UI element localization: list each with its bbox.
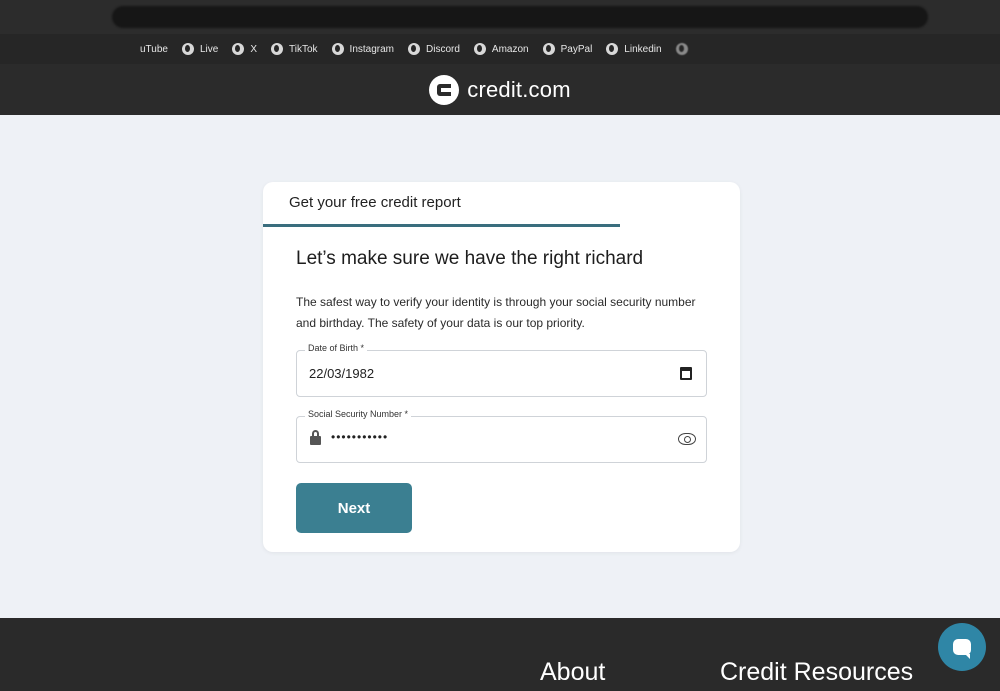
- bookmark-label: X: [250, 43, 258, 55]
- globe-icon: [271, 43, 284, 55]
- globe-icon: [606, 43, 619, 55]
- ssn-field[interactable]: Social Security Number * •••••••••••: [296, 409, 707, 463]
- lock-icon: [310, 430, 321, 445]
- globe-icon: [331, 43, 344, 55]
- address-bar[interactable]: [112, 6, 928, 28]
- bookmark-youtube[interactable]: uTube: [140, 44, 168, 55]
- bookmark-label: Discord: [426, 43, 460, 55]
- page-content: Get your free credit report Let’s make s…: [0, 115, 1000, 618]
- globe-icon: [408, 43, 421, 55]
- next-button[interactable]: Next: [296, 483, 412, 533]
- bookmark-tiktok[interactable]: TikTok: [271, 43, 318, 55]
- tab-progress-underline: [263, 224, 620, 227]
- card-tab-label: Get your free credit report: [289, 194, 461, 211]
- browser-top-bar: [0, 0, 1000, 34]
- globe-icon: [542, 43, 555, 55]
- globe-icon: [181, 43, 194, 55]
- browser-window: uTube Live X TikTok Instagram Discord Am…: [0, 0, 1000, 691]
- site-footer: About Credit Resources: [0, 618, 1000, 691]
- eye-icon[interactable]: [678, 433, 696, 445]
- bookmark-live[interactable]: Live: [181, 43, 219, 55]
- footer-about-link[interactable]: About: [540, 658, 605, 687]
- chat-bubble-icon: [953, 639, 971, 659]
- bookmark-label: Instagram: [349, 43, 395, 55]
- date-of-birth-value[interactable]: 22/03/1982: [309, 366, 374, 381]
- bookmark-label: Amazon: [491, 43, 529, 55]
- site-logo[interactable]: credit.com: [429, 74, 571, 105]
- calendar-icon[interactable]: [680, 367, 692, 380]
- card-description: The safest way to verify your identity i…: [296, 295, 696, 330]
- verification-card: Get your free credit report Let’s make s…: [263, 182, 740, 552]
- bookmark-blurred[interactable]: [675, 43, 688, 55]
- bookmark-label: Live: [199, 43, 219, 55]
- site-header: credit.com: [0, 64, 1000, 115]
- globe-icon: [232, 43, 245, 55]
- bookmarks-bar: uTube Live X TikTok Instagram Discord Am…: [0, 34, 1000, 64]
- date-of-birth-label: Date of Birth *: [305, 343, 368, 353]
- bookmark-discord[interactable]: Discord: [408, 43, 460, 55]
- globe-icon: [473, 43, 486, 55]
- credit-logo-icon: [429, 74, 460, 105]
- bookmark-label: TikTok: [289, 43, 318, 55]
- logo-text: credit.com: [467, 76, 571, 102]
- date-of-birth-field[interactable]: Date of Birth * 22/03/1982: [296, 343, 707, 397]
- bookmark-label: PayPal: [560, 43, 593, 55]
- bookmark-paypal[interactable]: PayPal: [542, 43, 593, 55]
- ssn-label: Social Security Number *: [305, 409, 412, 419]
- bookmark-label: Linkedin: [624, 43, 662, 55]
- globe-icon: [675, 43, 688, 55]
- chat-button[interactable]: [938, 623, 986, 671]
- bookmark-linkedin[interactable]: Linkedin: [606, 43, 662, 55]
- ssn-value[interactable]: •••••••••••: [331, 430, 388, 444]
- footer-credit-resources-link[interactable]: Credit Resources: [720, 658, 913, 687]
- bookmark-amazon[interactable]: Amazon: [473, 43, 529, 55]
- bookmark-x[interactable]: X: [232, 43, 257, 55]
- bookmark-instagram[interactable]: Instagram: [331, 43, 395, 55]
- bookmark-label: uTube: [140, 43, 168, 55]
- card-title: Let’s make sure we have the right richar…: [296, 248, 644, 269]
